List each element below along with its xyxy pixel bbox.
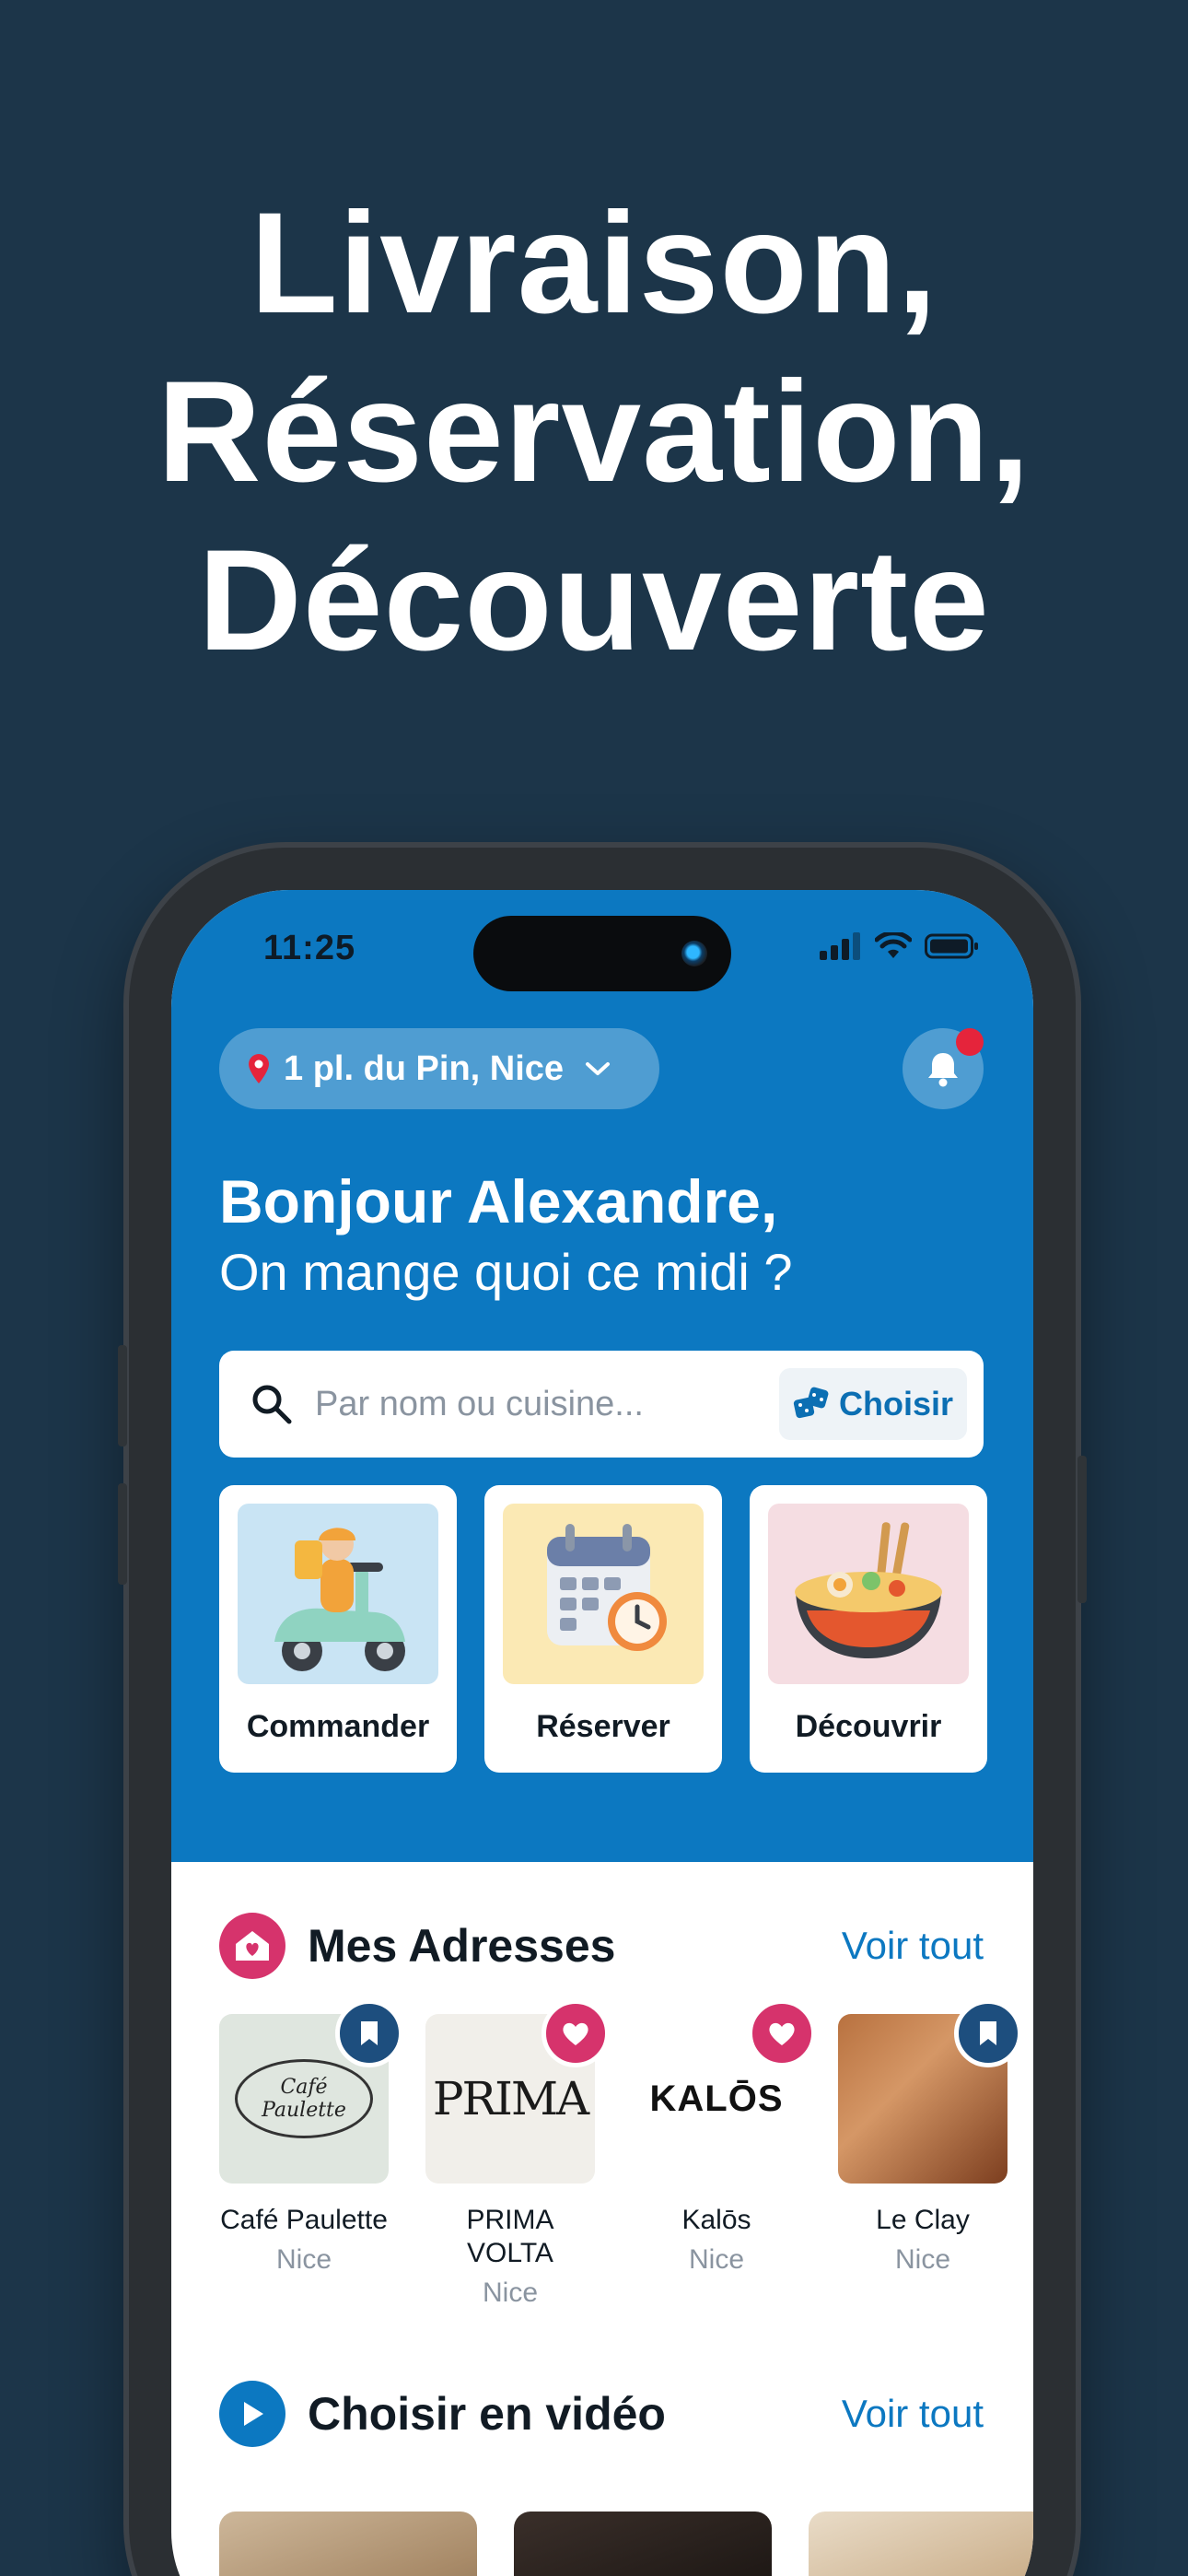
greeting-title: Bonjour Alexandre, — [219, 1167, 778, 1235]
location-pin-icon — [249, 1054, 269, 1083]
video-thumbnail[interactable] — [514, 2512, 772, 2576]
bookmark-icon — [980, 2021, 996, 2045]
dynamic-island — [473, 916, 731, 991]
kalos-logo-text: KALŌS — [649, 2078, 784, 2119]
wifi-icon — [875, 932, 912, 958]
dice-icon — [793, 1387, 829, 1419]
location-address: 1 pl. du Pin, Nice — [284, 1048, 565, 1088]
headline-line-1: Livraison, — [250, 183, 938, 344]
search-bar[interactable]: Par nom ou cuisine... Choisir — [219, 1351, 984, 1458]
notifications-button[interactable] — [903, 1028, 984, 1109]
addresses-list: Café Paulette Café Paulette Nice PRIMA P… — [219, 1999, 1022, 2309]
play-icon — [219, 2381, 285, 2447]
signal-icon — [820, 932, 860, 960]
chevron-down-icon — [586, 1062, 611, 1075]
phone-frame: 11:25 1 pl. du Pin, Nice Bonjour Alexand… — [118, 848, 1087, 2576]
address-city: Nice — [482, 2277, 538, 2308]
choose-random-button[interactable]: Choisir — [779, 1368, 967, 1440]
battery-icon — [925, 933, 978, 959]
heart-badge[interactable] — [748, 1999, 816, 2067]
bookmark-icon — [361, 2021, 378, 2045]
greeting-subtitle: On mange quoi ce midi ? — [219, 1243, 793, 1301]
phone-screen: 11:25 1 pl. du Pin, Nice Bonjour Alexand… — [171, 890, 1033, 2576]
address-name: PRIMA VOLTA — [466, 2205, 554, 2268]
heart-badge[interactable] — [542, 1999, 610, 2067]
address-city: Nice — [275, 2244, 332, 2275]
address-city: Nice — [894, 2244, 950, 2275]
address-city: Nice — [688, 2244, 744, 2275]
addresses-title: Mes Adresses — [308, 1920, 616, 1972]
videos-header: Choisir en vidéo Voir tout — [219, 2379, 984, 2449]
action-card-commander[interactable]: Commander — [219, 1485, 457, 1773]
addresses-see-all[interactable]: Voir tout — [842, 1924, 984, 1968]
phone-button-left-2 — [118, 1483, 127, 1585]
videos-title: Choisir en vidéo — [308, 2388, 666, 2440]
notification-badge — [956, 1028, 984, 1056]
headline-line-2: Réservation, — [157, 352, 1031, 512]
noodle-bowl-icon — [768, 1504, 969, 1684]
address-item-prima-volta[interactable]: PRIMA PRIMA VOLTA Nice — [425, 1999, 610, 2309]
choose-random-label: Choisir — [838, 1385, 953, 1423]
headline: Livraison, Réservation, Découverte — [0, 180, 1188, 685]
bookmark-badge[interactable] — [335, 1999, 403, 2067]
phone-button-left-1 — [118, 1345, 127, 1446]
heart-icon — [769, 2022, 795, 2045]
search-input[interactable]: Par nom ou cuisine... — [315, 1385, 779, 1424]
hero-section: 11:25 1 pl. du Pin, Nice Bonjour Alexand… — [171, 890, 1033, 1862]
status-time: 11:25 — [263, 929, 356, 967]
videos-list — [219, 2512, 1033, 2576]
action-card-decouvrir[interactable]: Découvrir — [750, 1485, 987, 1773]
headline-line-3: Découverte — [198, 521, 990, 681]
status-icons — [820, 932, 980, 960]
cafe-paulette-logo-text: Café Paulette — [235, 2059, 373, 2138]
camera-icon — [681, 941, 707, 966]
search-icon — [252, 1385, 292, 1424]
action-card-reserver[interactable]: Réserver — [484, 1485, 722, 1773]
bell-icon — [928, 1053, 958, 1087]
address-name: Kalōs — [681, 2205, 751, 2235]
video-thumbnail[interactable] — [809, 2512, 1033, 2576]
bookmark-badge[interactable] — [954, 1999, 1022, 2067]
location-selector[interactable]: 1 pl. du Pin, Nice — [219, 1028, 659, 1109]
prima-volta-logo-text: PRIMA — [432, 2072, 589, 2125]
address-item-kalos[interactable]: KALŌS Kalōs Nice — [632, 1999, 816, 2309]
address-name: Le Clay — [876, 2205, 970, 2235]
address-item-le-clay[interactable]: Le Clay Nice — [838, 1999, 1022, 2309]
video-thumbnail[interactable] — [219, 2512, 477, 2576]
calendar-clock-icon — [503, 1504, 704, 1684]
heart-icon — [563, 2022, 588, 2045]
addresses-header: Mes Adresses Voir tout — [219, 1911, 984, 1981]
videos-see-all[interactable]: Voir tout — [842, 2392, 984, 2436]
action-cards: Commander Réserver Découvrir — [219, 1485, 987, 1773]
phone-button-right — [1077, 1456, 1087, 1603]
address-item-cafe-paulette[interactable]: Café Paulette Café Paulette Nice — [219, 1999, 403, 2309]
scooter-delivery-icon — [238, 1504, 438, 1684]
heart-house-icon — [219, 1913, 285, 1979]
address-name: Café Paulette — [220, 2205, 388, 2235]
action-label-commander: Commander — [246, 1709, 430, 1744]
action-label-decouvrir: Découvrir — [795, 1709, 942, 1744]
action-label-reserver: Réserver — [536, 1709, 670, 1744]
